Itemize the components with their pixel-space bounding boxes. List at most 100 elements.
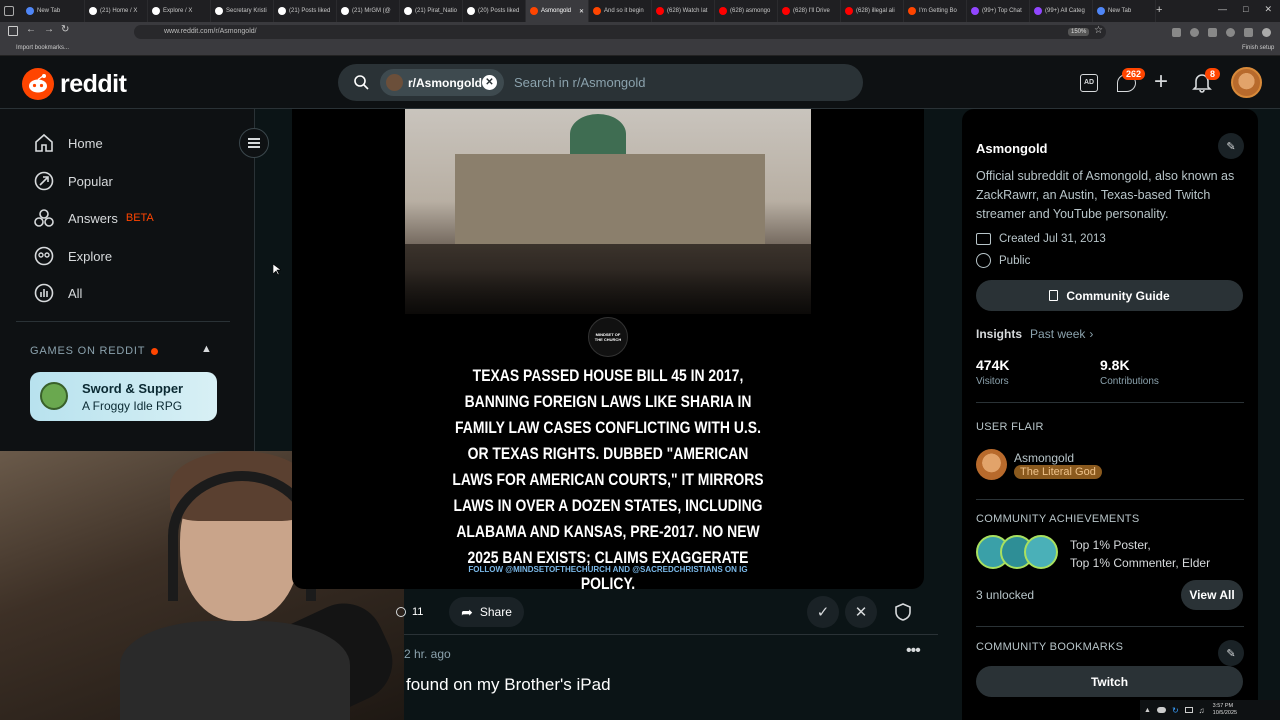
maximize-icon[interactable]: □ [1243,4,1248,15]
extension-icon[interactable] [1190,28,1199,37]
browser-tab[interactable]: (628) I'll Drive [778,0,841,22]
browser-tab[interactable]: (20) Posts liked [463,0,526,22]
search-scope-chip[interactable]: r/Asmongold ✕ [380,69,504,96]
browser-tab[interactable]: New Tab [22,0,85,22]
sidebar-collapse-button[interactable] [239,128,269,158]
volume-icon[interactable]: ♫ [1199,706,1205,715]
globe-icon [976,253,991,268]
network-icon[interactable] [1184,707,1193,713]
sidebar-item-home[interactable]: Home [34,131,103,155]
browser-tab[interactable]: (21) Home / X [85,0,148,22]
share-icon: ➦ [461,603,473,620]
minimize-icon[interactable]: — [1218,4,1227,15]
mouse-cursor-icon [273,264,281,276]
import-bookmarks-link[interactable]: Import bookmarks... [16,45,69,51]
browser-tab[interactable]: (99+) Top Chat [967,0,1030,22]
edit-bookmarks-button[interactable]: ✎ [1218,640,1244,666]
extension-icon[interactable] [1244,28,1253,37]
tab-favicon-icon [26,7,34,15]
more-options-icon[interactable]: ••• [906,642,921,660]
close-window-icon[interactable]: ✕ [1264,4,1272,15]
extension-icon[interactable] [1172,28,1181,37]
browser-tab[interactable]: I'm Getting Bo [904,0,967,22]
mod-shield-button[interactable] [887,596,919,628]
browser-tab[interactable]: Secretary Kristi [211,0,274,22]
clock[interactable]: 3:57 PM 10/5/2025 [1213,703,1237,717]
streamer-shirt [120,621,350,720]
clear-scope-icon[interactable]: ✕ [482,75,497,90]
hamburger-icon [248,142,260,144]
extension-icon[interactable] [1226,28,1235,37]
sidebar-item-all[interactable]: All [34,281,82,305]
cloud-icon[interactable] [1156,707,1166,713]
tab-favicon-icon [971,7,979,15]
taskbar-tray: ▲ ↻ ♫ 3:57 PM 10/5/2025 [1140,700,1280,720]
post-image[interactable]: MINDSET OF THE CHURCH TEXAS PASSED HOUSE… [405,109,811,589]
remove-button[interactable]: ✕ [845,596,877,628]
twitch-bookmark-button[interactable]: Twitch [976,666,1243,697]
new-tab-button[interactable]: + [1156,4,1162,16]
browser-tab[interactable]: (21) MrGM (@ [337,0,400,22]
notifications-badge: 8 [1205,68,1221,80]
zoom-indicator[interactable]: 150% [1068,28,1090,36]
sync-icon[interactable]: ↻ [1172,706,1179,715]
url-bar[interactable]: www.reddit.com/r/Asmongold/ [134,25,1106,39]
browser-tab[interactable]: Explore / X [148,0,211,22]
approve-button[interactable]: ✓ [807,596,839,628]
contributions-value: 9.8K [1100,357,1130,373]
community-guide-button[interactable]: Community Guide [976,280,1243,311]
bookmark-star-icon[interactable]: ☆ [1094,25,1103,36]
search-bar[interactable]: r/Asmongold ✕ Search in r/Asmongold [338,64,863,101]
comments-button[interactable]: 11 [396,598,423,626]
search-input[interactable]: Search in r/Asmongold [514,75,646,90]
advertise-icon[interactable]: AD [1080,74,1098,92]
browser-tab[interactable]: (628) illegal ali [841,0,904,22]
share-button[interactable]: ➦ Share [449,597,524,627]
browser-tab[interactable]: (628) asmongo [715,0,778,22]
post-caption: TEXAS PASSED HOUSE BILL 45 IN 2017, BANN… [452,366,764,589]
visitors-value: 474K [976,357,1010,373]
sidebar-item-answers[interactable]: Answers BETA [34,206,154,230]
browser-tab[interactable]: Asmongold ✕ [526,0,589,22]
tab-search-icon[interactable] [4,6,14,16]
flair-tag[interactable]: The Literal God [1014,465,1102,479]
mosque-dome [570,114,626,154]
profile-icon[interactable] [1262,28,1271,37]
browser-tab[interactable]: (628) Watch lat [652,0,715,22]
cake-icon [976,233,991,245]
reddit-logo[interactable]: reddit [22,68,127,100]
insights-row[interactable]: Insights Past week › [976,327,1093,341]
close-tab-icon[interactable]: ✕ [579,8,584,15]
browser-tab[interactable]: And so it begin [589,0,652,22]
games-section-header[interactable]: GAMES ON REDDIT [30,345,159,357]
finish-setup-link[interactable]: Finish setup [1242,45,1274,51]
sidebar-item-explore[interactable]: Explore [34,244,112,268]
tray-chevron-icon[interactable]: ▲ [1144,707,1151,714]
chevron-up-icon[interactable]: ▲ [201,343,212,355]
share-label: Share [479,605,512,619]
sidebar-item-popular[interactable]: Popular [34,169,113,193]
post-title[interactable]: found on my Brother's iPad [406,675,611,695]
visitors-label: Visitors [976,376,1009,387]
browser-tab[interactable]: (99+) All Categ [1030,0,1093,22]
beta-badge: BETA [125,212,154,224]
browser-tab[interactable]: (21) Pirat_Natio [400,0,463,22]
view-all-button[interactable]: View All [1181,580,1243,610]
back-icon[interactable]: ← [26,24,36,35]
edit-community-button[interactable]: ✎ [1218,133,1244,159]
browser-tab[interactable]: (21) Posts liked [274,0,337,22]
tab-favicon-icon [341,7,349,15]
game-card[interactable]: Sword & Supper A Froggy Idle RPG [30,372,217,421]
user-avatar[interactable] [1231,67,1262,98]
search-icon [354,75,369,90]
unlocked-count: 3 unlocked [976,588,1035,602]
create-post-icon[interactable]: + [1154,70,1168,94]
reload-icon[interactable]: ↻ [61,24,69,35]
extensions-area [1172,28,1280,37]
browser-tab[interactable]: New Tab [1093,0,1156,22]
home-icon [35,133,53,152]
extension-icon[interactable] [1208,28,1217,37]
forward-icon[interactable]: → [44,24,54,35]
sidebar-toggle-icon[interactable] [8,26,18,36]
achievement-badges[interactable] [976,535,1060,571]
